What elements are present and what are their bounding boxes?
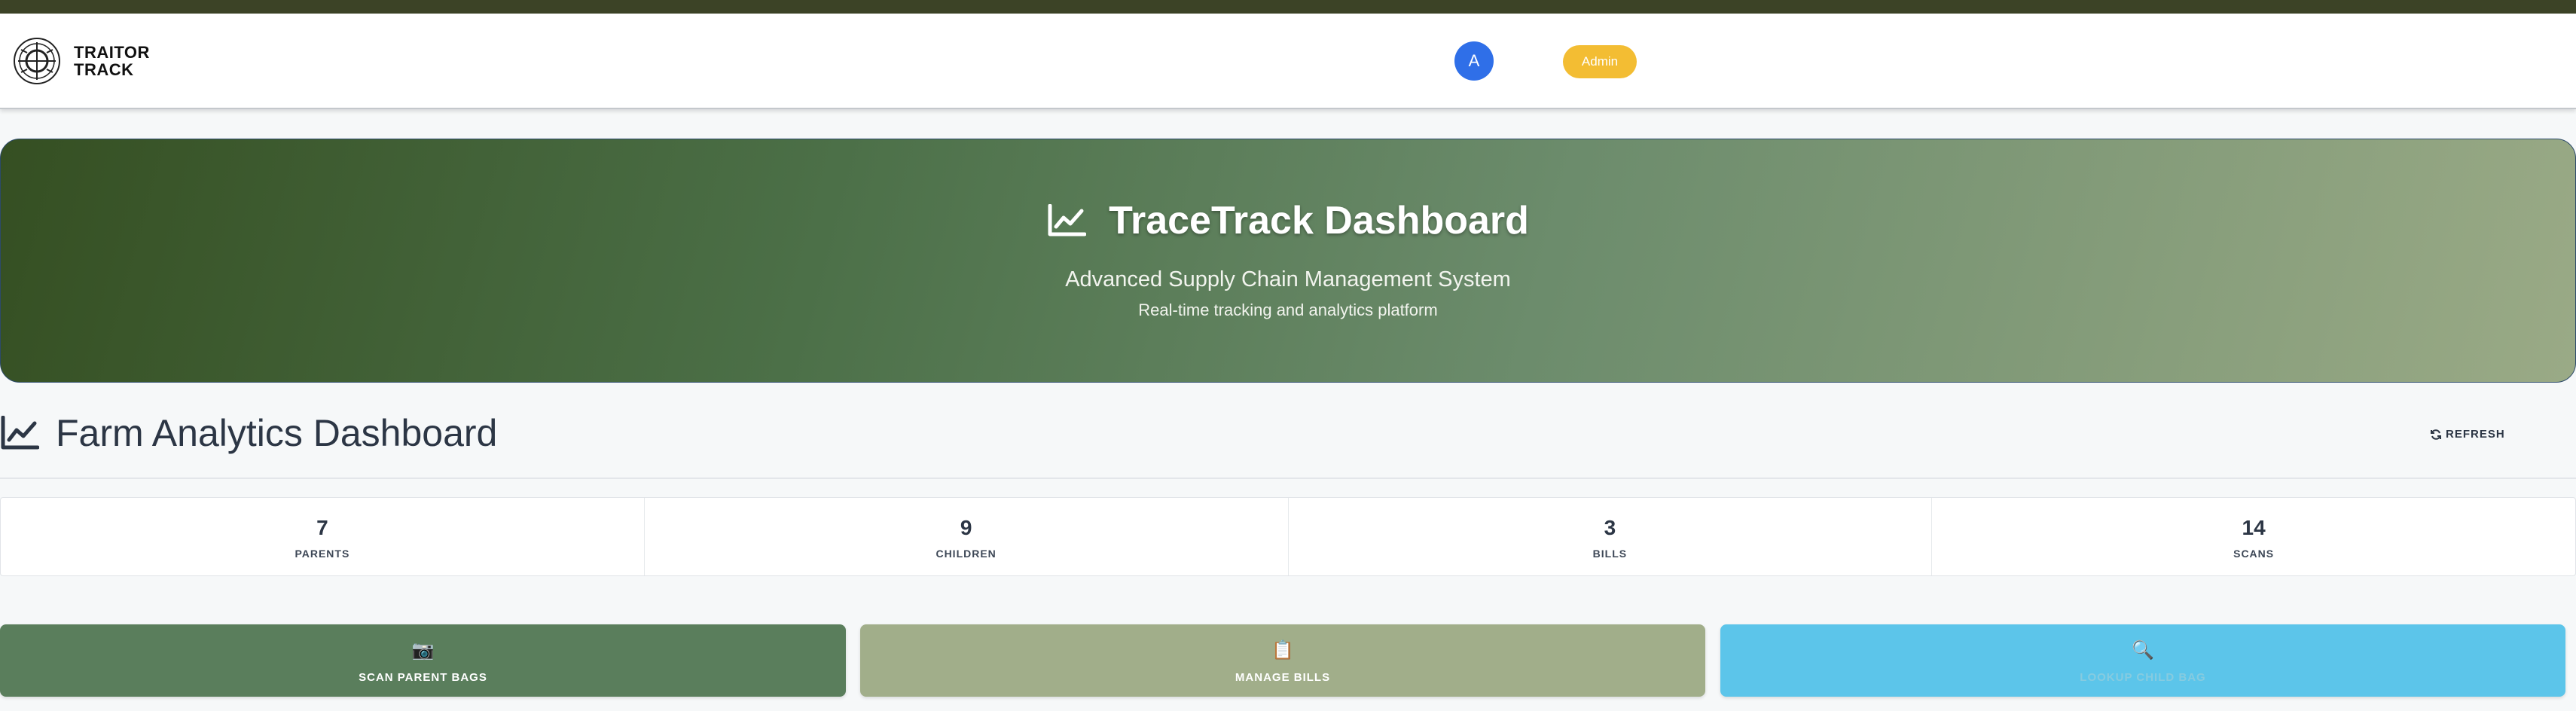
stat-label: PARENTS xyxy=(295,548,350,560)
stat-bills: 3 BILLS xyxy=(1289,498,1933,575)
stat-value: 7 xyxy=(316,516,328,539)
navbar: TRAITOR TRACK A Admin xyxy=(0,14,2576,109)
manage-bills-button[interactable]: 📋 MANAGE BILLS xyxy=(860,624,1705,697)
page-title: Farm Analytics Dashboard xyxy=(56,412,498,454)
stat-label: SCANS xyxy=(2233,548,2275,560)
brand-name-line2: TRACK xyxy=(74,60,134,79)
action-label: SCAN PARENT BAGS xyxy=(359,671,487,684)
hero-title: TraceTrack Dashboard xyxy=(1109,199,1529,243)
refresh-button[interactable]: REFRESH xyxy=(2430,428,2505,441)
hero-banner: TraceTrack Dashboard Advanced Supply Cha… xyxy=(0,139,2576,383)
line-chart-icon xyxy=(1,416,39,450)
action-label: LOOKUP CHILD BAG xyxy=(2080,671,2206,684)
stat-value: 3 xyxy=(1604,516,1616,539)
logo-emblem-icon xyxy=(14,38,60,84)
camera-icon: 📷 xyxy=(411,640,435,661)
top-accent-strip xyxy=(0,0,2576,14)
stat-label: CHILDREN xyxy=(935,548,997,560)
refresh-label: REFRESH xyxy=(2446,428,2505,441)
analytics-section-header: Farm Analytics Dashboard REFRESH xyxy=(0,407,2576,479)
action-label: MANAGE BILLS xyxy=(1235,671,1331,684)
line-chart-icon xyxy=(1048,204,1087,236)
refresh-icon xyxy=(2431,429,2441,440)
admin-role-badge[interactable]: Admin xyxy=(1563,45,1637,78)
user-avatar[interactable]: A xyxy=(1454,41,1494,81)
scan-parent-bags-button[interactable]: 📷 SCAN PARENT BAGS xyxy=(0,624,846,697)
stat-label: BILLS xyxy=(1592,548,1628,560)
brand-logo[interactable]: TRAITOR TRACK xyxy=(12,36,150,86)
stat-value: 9 xyxy=(960,516,972,539)
magnifier-icon: 🔍 xyxy=(2132,640,2154,661)
brand-name: TRAITOR TRACK xyxy=(74,44,150,78)
stat-parents: 7 PARENTS xyxy=(1,498,645,575)
hero-tagline: Real-time tracking and analytics platfor… xyxy=(1138,301,1438,319)
stat-value: 14 xyxy=(2242,516,2266,539)
brand-name-line1: TRAITOR xyxy=(74,43,150,62)
hero-subtitle: Advanced Supply Chain Management System xyxy=(1065,267,1511,291)
stat-children: 9 CHILDREN xyxy=(645,498,1289,575)
stats-bar: 7 PARENTS 9 CHILDREN 3 BILLS 14 SCANS xyxy=(0,497,2576,576)
stat-scans: 14 SCANS xyxy=(1932,498,2575,575)
clipboard-icon: 📋 xyxy=(1271,640,1294,661)
hero-title-row: TraceTrack Dashboard xyxy=(1,198,2575,243)
lookup-child-bag-button[interactable]: 🔍 LOOKUP CHILD BAG xyxy=(1720,624,2565,697)
